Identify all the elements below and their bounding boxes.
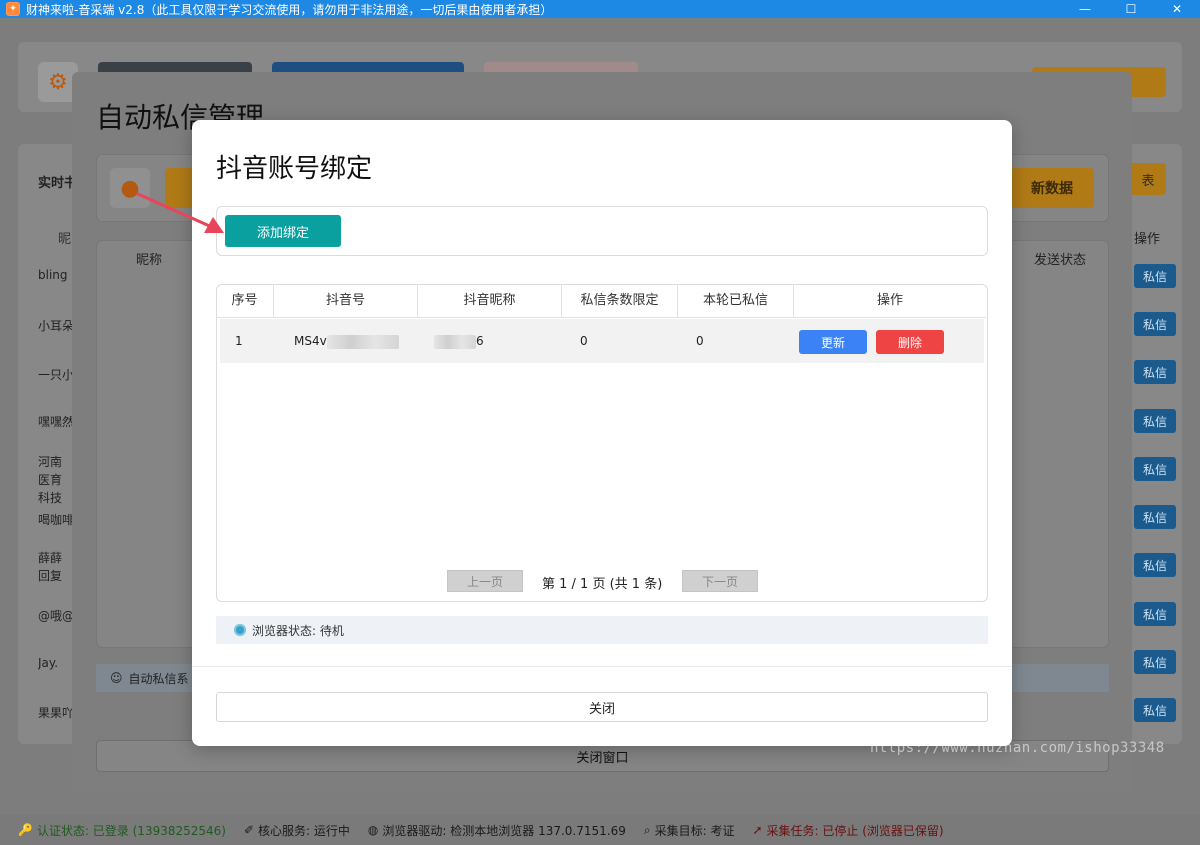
- column-header-index: 序号: [216, 284, 274, 318]
- close-icon[interactable]: ✕: [1154, 0, 1200, 18]
- minimize-icon[interactable]: —: [1062, 0, 1108, 18]
- list-item: bling: [38, 268, 68, 282]
- base-orange-button: 表: [1130, 163, 1166, 195]
- base-message-button: 私信: [1134, 264, 1176, 288]
- row-index: 1: [235, 334, 243, 348]
- redacted-block: [434, 334, 476, 349]
- browser-driver-text: 浏览器驱动: 检测本地浏览器 137.0.7151.69: [382, 823, 626, 838]
- column-header-douyin-id: 抖音号: [274, 284, 418, 318]
- globe-icon: ◍: [367, 823, 379, 837]
- next-page-button[interactable]: 下一页: [682, 570, 758, 592]
- list-item: 薛薛回复: [38, 551, 63, 583]
- browser-driver-status: ◍ 浏览器驱动: 检测本地浏览器 137.0.7151.69: [368, 822, 626, 839]
- table-row: 1 MS4v 6 0 0: [220, 319, 984, 363]
- douyin-account-binding-modal: 抖音账号绑定 添加绑定 序号 抖音号 抖音昵称 私信条数限定 本轮已私信 操作 …: [192, 120, 1012, 746]
- key-icon: 🔑: [18, 823, 33, 837]
- nickname-header: 昵称: [136, 253, 163, 268]
- row-nickname: 6: [422, 319, 566, 363]
- annotation-arrow-icon: [136, 192, 224, 233]
- rocket-icon: ➚: [752, 823, 763, 837]
- pagination: 上一页 第 1 / 1 页 (共 1 条) 下一页: [216, 570, 988, 592]
- auth-status: 🔑 认证状态: 已登录 (13938252546): [18, 822, 226, 839]
- row-douyin-id: MS4v: [278, 319, 422, 363]
- list-item: 果果吖: [38, 706, 72, 720]
- base-message-button: 私信: [1134, 312, 1176, 336]
- robot-icon: ☺: [110, 671, 123, 685]
- column-header-actions: 操作: [794, 284, 986, 318]
- maximize-icon[interactable]: ☐: [1108, 0, 1154, 18]
- list-item: 喝咖啡: [38, 513, 72, 527]
- base-message-button: 私信: [1134, 457, 1176, 481]
- auth-status-text: 认证状态: 已登录 (13938252546): [36, 823, 226, 838]
- base-column-header: 昵: [58, 232, 72, 247]
- modal-title: 抖音账号绑定: [216, 154, 373, 184]
- base-message-button: 私信: [1134, 505, 1176, 529]
- send-status-header: 发送状态: [1034, 253, 1087, 268]
- list-item: Jay.: [38, 656, 59, 670]
- base-message-button: 私信: [1134, 602, 1176, 626]
- delete-button[interactable]: 删除: [876, 330, 944, 354]
- base-message-button: 私信: [1134, 698, 1176, 722]
- base-message-button: 私信: [1134, 650, 1176, 674]
- page-info: 第 1 / 1 页 (共 1 条): [542, 577, 663, 592]
- window-controls: — ☐ ✕: [1062, 0, 1200, 18]
- collect-task-text: 采集任务: 已停止 (浏览器已保留): [766, 823, 944, 838]
- app-icon: ✦: [6, 2, 20, 16]
- collect-target-text: 采集目标: 考证: [654, 823, 735, 838]
- row-sent: 0: [696, 334, 704, 348]
- table-header: 序号 抖音号 抖音昵称 私信条数限定 本轮已私信 操作: [216, 284, 986, 318]
- column-header-nickname: 抖音昵称: [418, 284, 562, 318]
- collect-task-status: ➚ 采集任务: 已停止 (浏览器已保留): [752, 822, 943, 839]
- column-header-sent: 本轮已私信: [678, 284, 794, 318]
- refresh-data-button: 新数据: [1010, 168, 1094, 208]
- globe-icon: [234, 624, 246, 636]
- search-icon: ⌕: [643, 822, 651, 837]
- close-button[interactable]: 关闭: [216, 692, 988, 722]
- redacted-block: [326, 334, 399, 349]
- status-bar: 🔑 认证状态: 已登录 (13938252546) ✐ 核心服务: 运行中 ◍ …: [0, 815, 1200, 845]
- base-operation-header: 操作: [1134, 232, 1161, 247]
- core-service-text: 核心服务: 运行中: [258, 823, 350, 838]
- watermark: https://www.huzhan.com/ishop33348: [870, 740, 1165, 756]
- douyin-id-text: MS4v: [294, 334, 327, 348]
- browser-status-bar: 浏览器状态: 待机: [216, 616, 988, 644]
- row-limit: 0: [580, 334, 588, 348]
- core-service-status: ✐ 核心服务: 运行中: [244, 822, 350, 839]
- nickname-text: 6: [476, 334, 484, 348]
- base-message-button: 私信: [1134, 553, 1176, 577]
- browser-status-text: 浏览器状态: 待机: [252, 623, 344, 638]
- list-item: 小耳朵: [38, 319, 72, 333]
- list-item: 一只小: [38, 368, 72, 382]
- list-item: @哦@: [38, 609, 72, 623]
- update-button[interactable]: 更新: [799, 330, 867, 354]
- column-header-limit: 私信条数限定: [562, 284, 678, 318]
- window-titlebar: ✦ 财神来啦-音采端 v2.8（此工具仅限于学习交流使用，请勿用于非法用途，一切…: [0, 0, 1200, 18]
- prev-page-button[interactable]: 上一页: [447, 570, 523, 592]
- base-message-button: 私信: [1134, 409, 1176, 433]
- add-binding-button[interactable]: 添加绑定: [225, 215, 341, 247]
- collect-target-status: ⌕ 采集目标: 考证: [644, 822, 735, 839]
- window-title: 财神来啦-音采端 v2.8（此工具仅限于学习交流使用，请勿用于非法用途，一切后果…: [26, 2, 553, 17]
- auto-message-status-text: 自动私信系: [128, 671, 189, 686]
- base-message-button: 私信: [1134, 360, 1176, 384]
- plug-icon: ✐: [243, 823, 255, 837]
- list-item: 嘿嘿然: [38, 415, 72, 429]
- modal-divider: [192, 666, 1012, 667]
- list-item: 河南医育科技: [38, 455, 63, 505]
